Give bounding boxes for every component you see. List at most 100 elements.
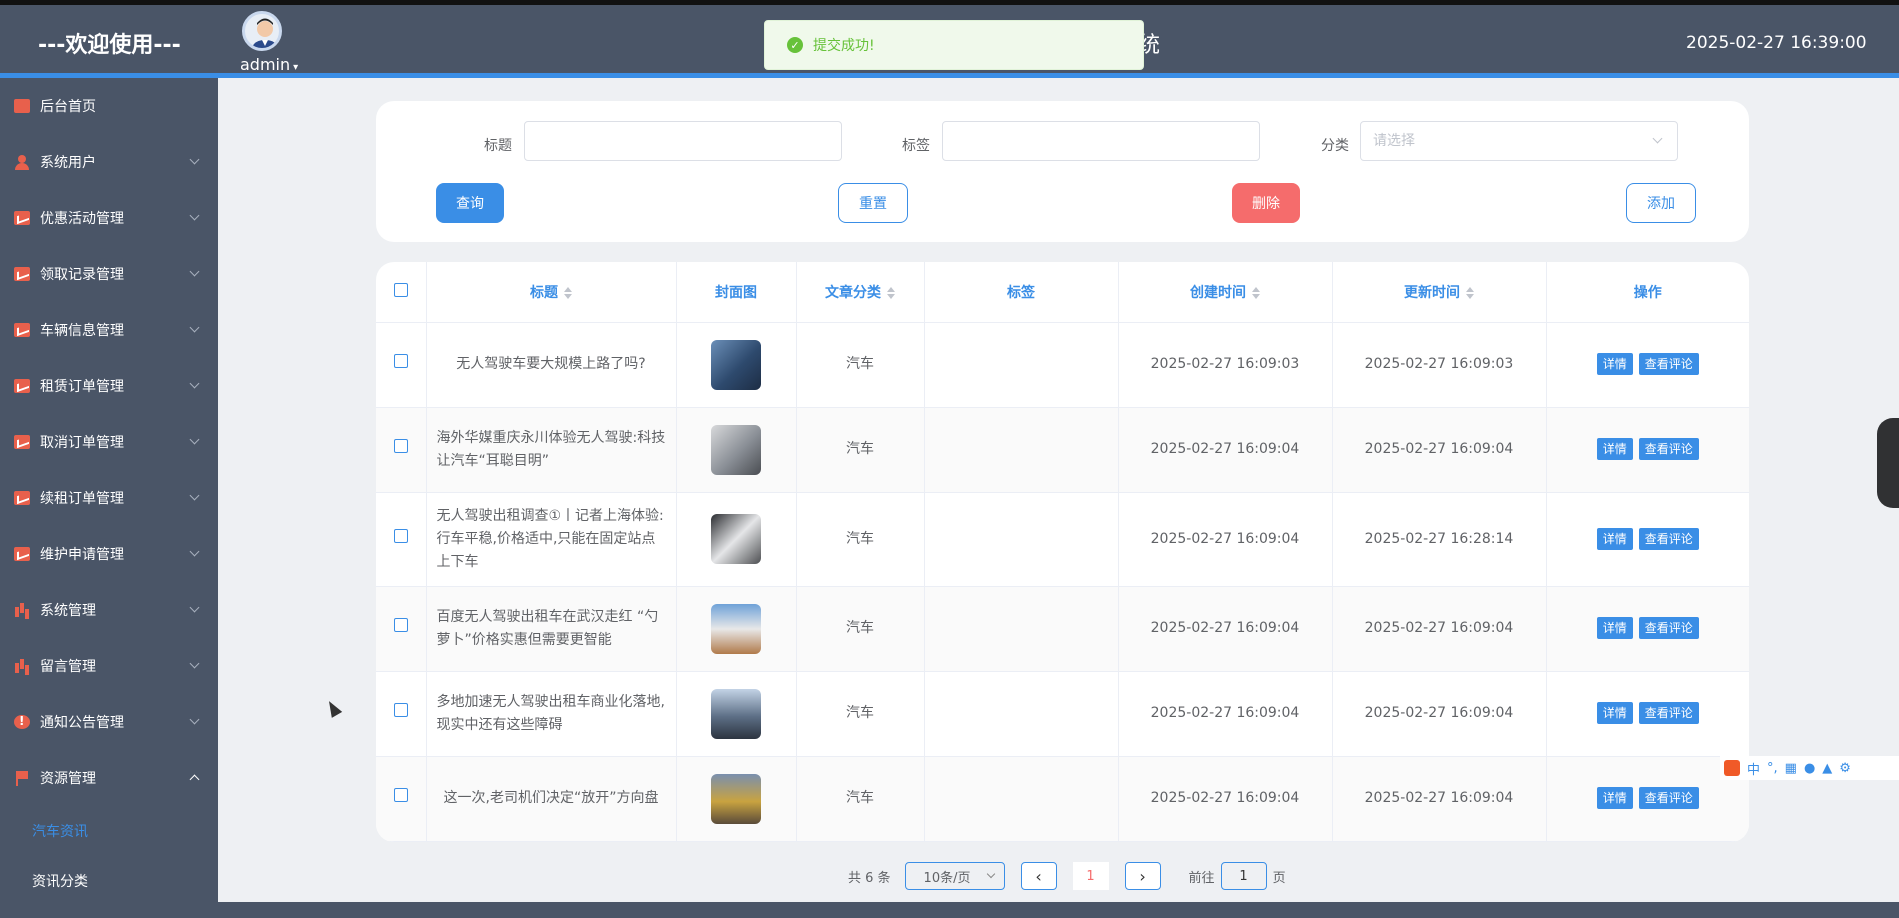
view-comments-button[interactable]: 查看评论 xyxy=(1638,702,1699,724)
sidebar-item-label: 优惠活动管理 xyxy=(40,211,124,227)
sort-icon[interactable] xyxy=(1252,286,1260,299)
delete-button[interactable]: 删除 xyxy=(1232,183,1300,223)
punctuation-icon[interactable]: °, xyxy=(1767,761,1778,776)
created-cell: 2025-02-27 16:09:04 xyxy=(1118,671,1333,757)
title-cell: 百度无人驾驶出租车在武汉走红 “勺萝卜”价格实惠但需要更智能 xyxy=(426,586,677,672)
success-toast: ✓ 提交成功! xyxy=(764,20,1144,70)
sidebar-subitem-news-category[interactable]: 资讯分类 xyxy=(0,856,218,906)
detail-button[interactable]: 详情 xyxy=(1596,702,1633,724)
page-size-select[interactable]: 10条/页 xyxy=(904,862,1005,890)
category-cell: 汽车 xyxy=(796,671,925,757)
category-select[interactable]: 请选择 xyxy=(1360,121,1678,161)
detail-button[interactable]: 详情 xyxy=(1596,438,1633,460)
row-checkbox[interactable] xyxy=(393,439,408,453)
tag-filter-input[interactable] xyxy=(942,121,1260,161)
settings-icon[interactable]: ⚙ xyxy=(1839,761,1851,776)
chevron-down-icon xyxy=(189,602,200,613)
add-button[interactable]: 添加 xyxy=(1626,183,1696,223)
cover-image[interactable] xyxy=(711,514,761,564)
sidebar-item-maintenance[interactable]: 维护申请管理 xyxy=(0,526,218,582)
goto-page-input[interactable]: 1 xyxy=(1220,862,1267,890)
column-header-updated[interactable]: 更新时间 xyxy=(1332,262,1547,323)
column-header-label: 文章分类 xyxy=(825,284,881,301)
sidebar-item-resources[interactable]: 资源管理 xyxy=(0,750,218,806)
column-header-category[interactable]: 文章分类 xyxy=(796,262,925,323)
current-page[interactable]: 1 xyxy=(1072,862,1109,890)
detail-button[interactable]: 详情 xyxy=(1596,527,1633,550)
chevron-down-icon xyxy=(189,490,200,501)
title-filter-input[interactable] xyxy=(524,121,842,161)
success-check-icon: ✓ xyxy=(787,37,803,53)
sidebar-item-system[interactable]: 系统管理 xyxy=(0,582,218,638)
select-all-checkbox[interactable] xyxy=(393,282,408,297)
sidebar-item-vehicles[interactable]: 车辆信息管理 xyxy=(0,302,218,358)
chevron-down-icon xyxy=(189,210,200,221)
row-checkbox[interactable] xyxy=(393,618,408,632)
user-icon[interactable]: ● xyxy=(1804,761,1815,776)
detail-button[interactable]: 详情 xyxy=(1596,787,1633,809)
sidebar-item-label: 系统管理 xyxy=(40,603,96,619)
sidebar-item-notices[interactable]: 通知公告管理 xyxy=(0,694,218,750)
sidebar-item-home[interactable]: 后台首页 xyxy=(0,78,218,134)
column-header-title[interactable]: 标题 xyxy=(426,262,677,323)
cover-image[interactable] xyxy=(711,603,761,654)
avatar[interactable] xyxy=(242,11,282,51)
cover-image[interactable] xyxy=(711,773,761,824)
ime-toolbar[interactable]: 中 °, ▦ ● ▲ ⚙ xyxy=(1720,756,1899,780)
sidebar-item-messages[interactable]: 留言管理 xyxy=(0,638,218,694)
actions-cell: 详情 查看评论 xyxy=(1546,586,1749,672)
chart-icon xyxy=(14,211,30,225)
column-header-created[interactable]: 创建时间 xyxy=(1118,262,1333,323)
detail-button[interactable]: 详情 xyxy=(1596,617,1633,639)
sidebar-item-renewal-orders[interactable]: 续租订单管理 xyxy=(0,470,218,526)
row-checkbox[interactable] xyxy=(393,528,408,543)
sidebar-subitem-car-news[interactable]: 汽车资讯 xyxy=(0,806,218,856)
tag-cell xyxy=(924,671,1119,757)
main-content: 标题 标签 分类 请选择 查询 重置 删除 添加 标题 封面图 文章分类 标签 … xyxy=(218,78,1899,902)
sort-icon[interactable] xyxy=(887,286,895,299)
sidebar-item-promotions[interactable]: 优惠活动管理 xyxy=(0,190,218,246)
sidebar-item-label: 资源管理 xyxy=(40,771,96,787)
sidebar-item-cancel-orders[interactable]: 取消订单管理 xyxy=(0,414,218,470)
datetime: 2025-02-27 16:39:00 xyxy=(1686,33,1867,53)
chevron-down-icon xyxy=(189,714,200,725)
cover-image[interactable] xyxy=(711,424,761,475)
detail-button[interactable]: 详情 xyxy=(1596,353,1633,375)
next-page-button[interactable]: › xyxy=(1124,862,1161,890)
updated-cell: 2025-02-27 16:09:04 xyxy=(1332,407,1547,493)
sort-icon[interactable] xyxy=(1466,286,1474,299)
actions-cell: 详情 查看评论 xyxy=(1546,671,1749,757)
query-button[interactable]: 查询 xyxy=(436,183,504,223)
ime-mode-label[interactable]: 中 xyxy=(1747,759,1760,778)
sidebar-item-rental-orders[interactable]: 租赁订单管理 xyxy=(0,358,218,414)
sidebar-item-claim-records[interactable]: 领取记录管理 xyxy=(0,246,218,302)
cover-cell xyxy=(676,407,797,493)
view-comments-button[interactable]: 查看评论 xyxy=(1638,438,1699,460)
table-row: 无人驾驶车要大规模上路了吗? 汽车 2025-02-27 16:09:03 20… xyxy=(376,322,1749,408)
cover-image[interactable] xyxy=(711,688,761,739)
cover-image[interactable] xyxy=(711,339,761,390)
view-comments-button[interactable]: 查看评论 xyxy=(1638,527,1699,550)
keyboard-icon[interactable]: ▦ xyxy=(1785,761,1797,776)
news-table: 标题 封面图 文章分类 标签 创建时间 更新时间 操作 无人驾驶车要大规模上路了… xyxy=(376,262,1749,842)
user-name: admin xyxy=(240,55,291,74)
sort-icon[interactable] xyxy=(564,286,572,299)
floating-side-tab[interactable] xyxy=(1877,418,1899,508)
sidebar-item-label: 后台首页 xyxy=(40,99,96,115)
chevron-down-icon xyxy=(189,378,200,389)
view-comments-button[interactable]: 查看评论 xyxy=(1638,353,1699,375)
row-checkbox[interactable] xyxy=(393,354,408,368)
row-checkbox[interactable] xyxy=(393,788,408,802)
reset-button[interactable]: 重置 xyxy=(838,183,908,223)
row-checkbox[interactable] xyxy=(393,703,408,717)
chevron-down-icon xyxy=(189,546,200,557)
total-count: 共 6 条 xyxy=(848,870,891,886)
user-menu[interactable]: admin ▾ xyxy=(240,55,298,74)
sidebar-item-system-users[interactable]: 系统用户 xyxy=(0,134,218,190)
view-comments-button[interactable]: 查看评论 xyxy=(1638,617,1699,639)
view-comments-button[interactable]: 查看评论 xyxy=(1638,787,1699,809)
sidebar: 后台首页 系统用户 优惠活动管理 领取记录管理 车辆信息管理 租赁订单管理 取消… xyxy=(0,78,218,918)
skin-icon[interactable]: ▲ xyxy=(1822,761,1832,776)
tag-cell xyxy=(924,756,1119,842)
prev-page-button[interactable]: ‹ xyxy=(1020,862,1057,890)
